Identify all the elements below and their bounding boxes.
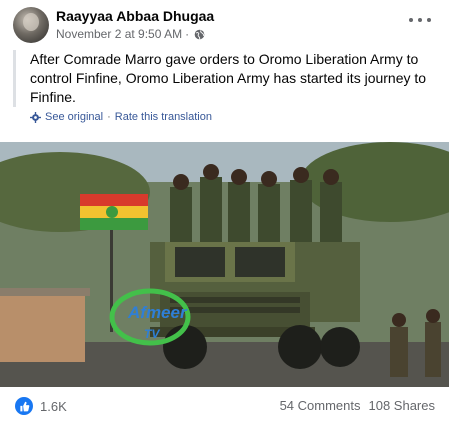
post-meta: November 2 at 9:50 AM · (56, 27, 205, 41)
post-text: After Comrade Marro gave orders to Oromo… (30, 51, 427, 105)
post-photo[interactable]: Afmeer TV (0, 142, 449, 387)
gear-icon[interactable] (30, 111, 41, 123)
globe-icon[interactable] (194, 29, 205, 40)
more-dot-icon (418, 18, 422, 22)
more-dot-icon (409, 18, 413, 22)
meta-separator: · (185, 27, 190, 41)
translated-text-block: After Comrade Marro gave orders to Oromo… (13, 50, 433, 107)
translation-bar: See original · Rate this translation (30, 111, 212, 123)
post-timestamp[interactable]: November 2 at 9:50 AM (56, 27, 182, 41)
comments-count[interactable]: 54 Comments (280, 398, 361, 413)
more-dot-icon (427, 18, 431, 22)
watermark-line2: TV (144, 327, 160, 341)
reaction-summary[interactable]: 1.6K (15, 397, 67, 415)
photo-scene: Afmeer TV (0, 142, 449, 387)
engagement-stats: 54 Comments 108 Shares (280, 398, 435, 413)
flag (80, 194, 148, 230)
watermark-line1: Afmeer (127, 303, 188, 322)
more-options-button[interactable] (409, 12, 431, 28)
translate-separator: · (107, 111, 111, 123)
shares-count[interactable]: 108 Shares (369, 398, 436, 413)
author-avatar[interactable] (13, 7, 49, 43)
reaction-count[interactable]: 1.6K (40, 399, 67, 414)
author-name[interactable]: Raayyaa Abbaa Dhugaa (56, 8, 214, 24)
see-original-link[interactable]: See original (45, 111, 103, 123)
like-icon (15, 397, 33, 415)
rate-translation-link[interactable]: Rate this translation (115, 111, 212, 123)
